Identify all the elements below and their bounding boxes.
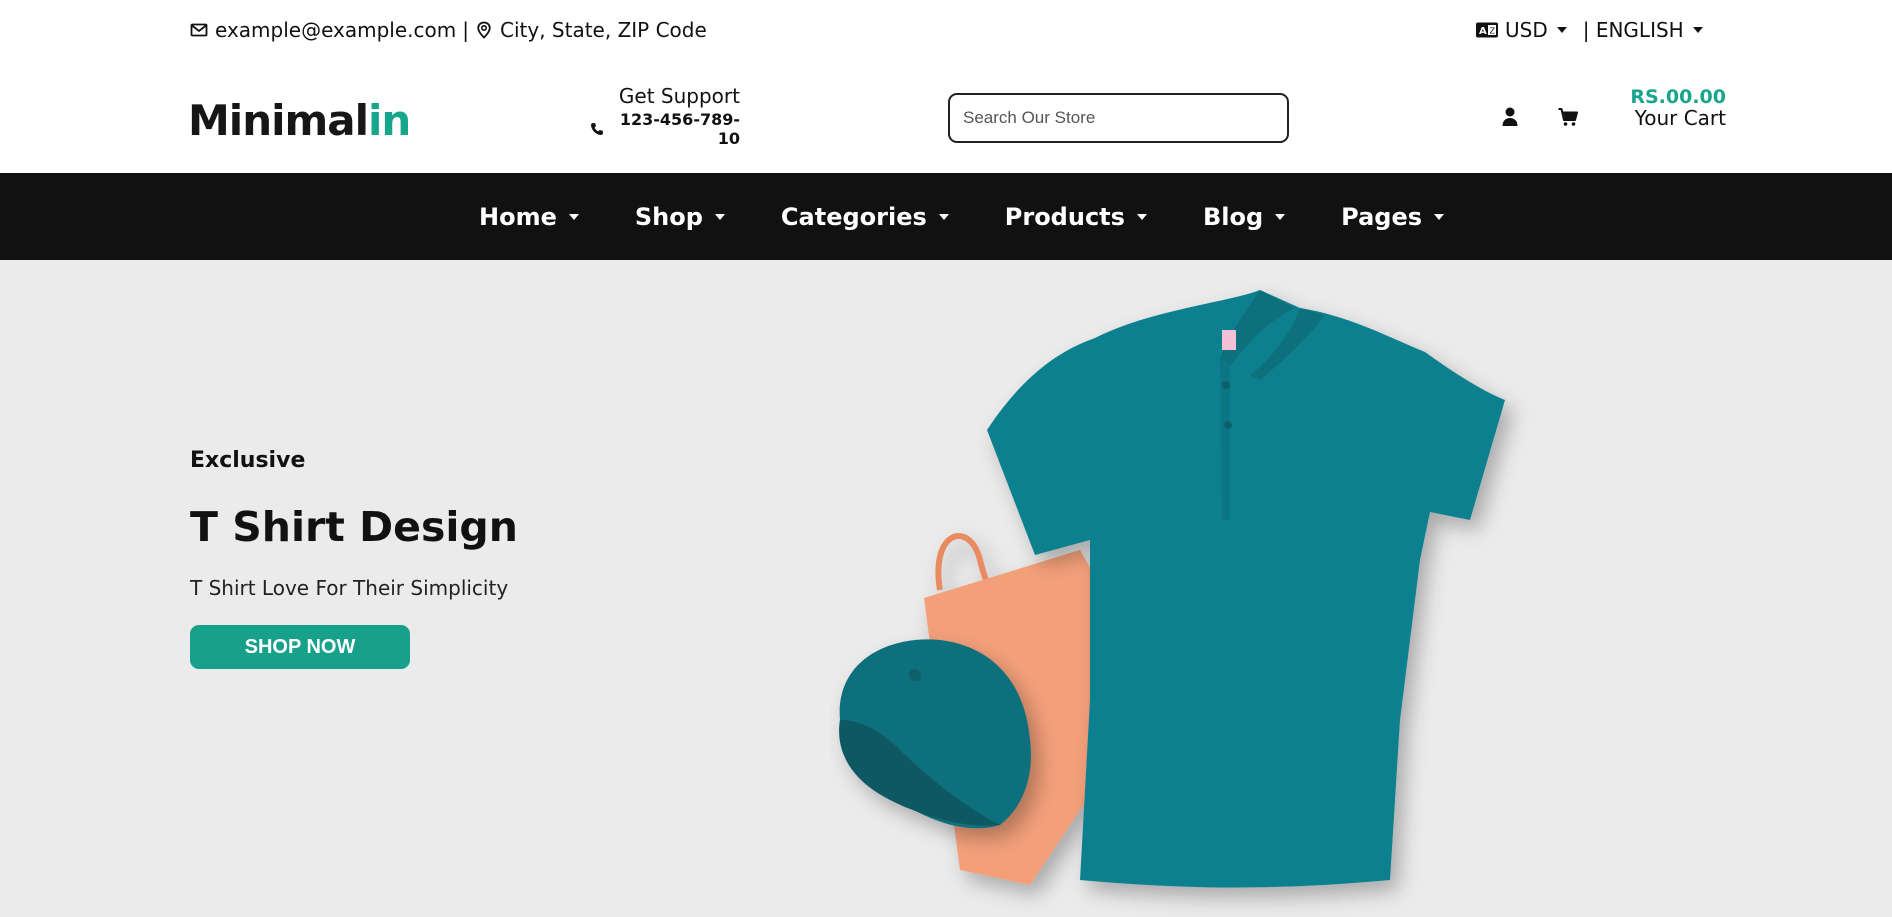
chevron-down-icon [1692,27,1703,33]
contact-separator: | [462,18,469,42]
shop-now-button[interactable]: SHOP NOW [190,625,410,669]
nav-item-label: Shop [634,202,703,231]
hero-kicker: Exclusive [190,448,306,473]
svg-text:A: A [1479,26,1487,37]
site-header: Minimalin Get Support 123-456-789-10 RS.… [0,62,1892,173]
nav-item-categories[interactable]: Categories [781,203,949,231]
support-block: Get Support 123-456-789-10 [590,84,740,148]
contact-address: City, State, ZIP Code [500,18,707,42]
cart-amount: RS.00.00 [1630,86,1726,108]
language-selector[interactable]: | ENGLISH [1583,18,1703,42]
cart-label: Your Cart [1634,106,1726,130]
language-icon: AZ [1475,21,1499,39]
nav-item-label: Home [479,202,557,231]
hero-banner: Exclusive T Shirt Design T Shirt Love Fo… [0,260,1892,917]
chevron-down-icon [1556,27,1567,33]
nav-item-products[interactable]: Products [1005,203,1147,231]
support-title: Get Support [618,84,740,108]
nav-item-shop[interactable]: Shop [635,203,725,231]
cart-icon[interactable] [1557,106,1579,128]
contact-info: example@example.com | City, State, ZIP C… [190,18,707,42]
nav-item-home[interactable]: Home [479,203,579,231]
chevron-down-icon [1136,213,1147,220]
chevron-down-icon [1275,213,1286,220]
support-phone-row[interactable]: 123-456-789-10 [590,110,740,148]
hero-title: T Shirt Design [190,503,518,551]
support-phone: 123-456-789-10 [619,110,740,148]
logo[interactable]: Minimalin [188,96,411,145]
currency-label: USD [1505,18,1548,42]
currency-selector[interactable]: USD [1505,18,1567,42]
locale-selectors: AZ USD | ENGLISH [1475,18,1708,42]
cart-summary[interactable]: RS.00.00 Your Cart [1614,86,1726,130]
language-label: | ENGLISH [1582,18,1684,42]
logo-main: Minimal [188,96,369,145]
chevron-down-icon [1434,213,1445,220]
top-bar: example@example.com | City, State, ZIP C… [0,0,1892,62]
svg-text:Z: Z [1490,27,1496,36]
main-nav: Home Shop Categories Products Blog Pages [0,173,1892,260]
logo-accent: in [368,96,411,145]
hero-subtitle: T Shirt Love For Their Simplicity [190,576,509,600]
nav-item-label: Categories [780,202,927,231]
nav-item-pages[interactable]: Pages [1341,202,1445,231]
location-pin-icon [475,21,493,39]
nav-item-label: Products [1004,202,1125,231]
chevron-down-icon [568,213,579,220]
nav-item-label: Blog [1202,202,1264,231]
user-icon[interactable] [1500,106,1520,128]
contact-email[interactable]: example@example.com [215,18,456,42]
nav-item-blog[interactable]: Blog [1202,202,1286,231]
nav-item-label: Pages [1341,202,1423,231]
mail-icon [190,21,208,39]
chevron-down-icon [714,213,725,220]
search-input[interactable] [948,93,1289,143]
phone-icon [590,122,604,136]
chevron-down-icon [938,213,949,220]
nav-list: Home Shop Categories Products Blog Pages [479,173,1500,260]
hero-product-image [839,290,1505,888]
